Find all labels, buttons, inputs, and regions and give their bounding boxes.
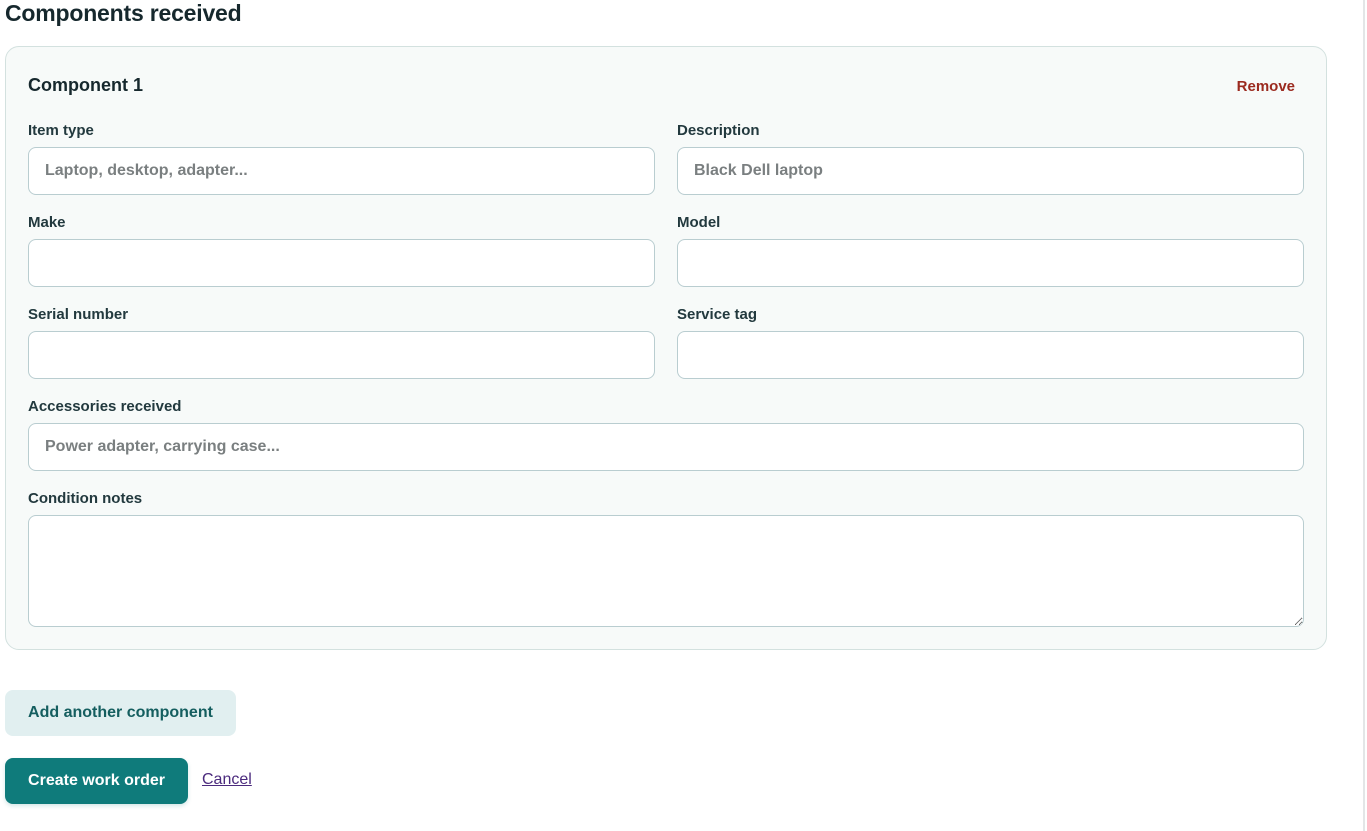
service-tag-label: Service tag [677,306,758,323]
condition-notes-textarea[interactable] [28,515,1304,627]
description-input[interactable] [677,147,1304,195]
serial-number-input[interactable] [28,331,655,379]
make-input[interactable] [28,239,655,287]
accessories-input[interactable] [28,423,1304,471]
item-type-input[interactable] [28,147,655,195]
service-tag-input[interactable] [677,331,1304,379]
serial-number-label: Serial number [28,306,129,323]
add-component-button[interactable]: Add another component [5,690,236,736]
section-title: Components received [5,0,242,26]
condition-notes-label: Condition notes [28,490,143,507]
remove-component-button[interactable]: Remove [1237,78,1295,95]
make-label: Make [28,214,66,231]
cancel-link[interactable]: Cancel [202,771,252,789]
page: Components received Component 1 Remove I… [0,0,1365,831]
accessories-label: Accessories received [28,398,182,415]
item-type-label: Item type [28,122,94,139]
model-input[interactable] [677,239,1304,287]
description-label: Description [677,122,760,139]
component-card: Component 1 Remove Item type Description… [5,46,1327,650]
component-title: Component 1 [28,75,143,95]
create-work-order-button[interactable]: Create work order [5,758,188,804]
model-label: Model [677,214,721,231]
